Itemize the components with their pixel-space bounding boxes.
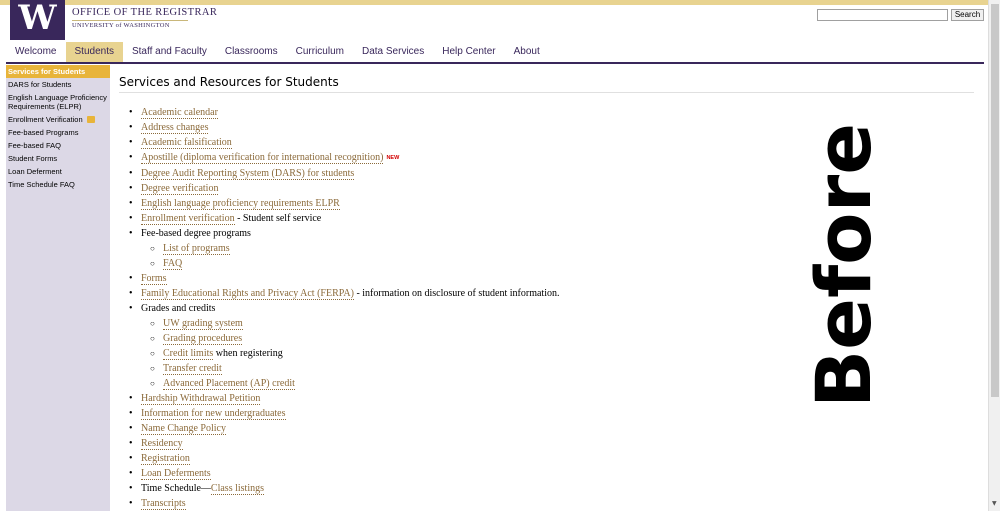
sidebar-item-fee-based-faq[interactable]: Fee-based FAQ [6,139,110,152]
before-overlay: Before [799,123,888,408]
nav-item-help-center[interactable]: Help Center [433,42,504,62]
nav-item-welcome[interactable]: Welcome [6,42,66,62]
resource-link[interactable]: FAQ [163,258,183,270]
sidebar-item-label: Student Forms [8,154,58,163]
scrollbar-thumb[interactable] [991,4,999,397]
scroll-down-arrow-icon[interactable]: ▼ [992,500,997,507]
nav-item-staff-and-faculty[interactable]: Staff and Faculty [123,42,216,62]
resource-link[interactable]: Residency [141,438,183,450]
sidebar-item-time-schedule-faq[interactable]: Time Schedule FAQ [6,178,110,191]
resource-link[interactable]: Advanced Placement (AP) credit [163,378,295,390]
list-item-text: Time Schedule— [141,483,211,494]
lock-icon [86,116,95,123]
sidebar-item-label: DARS for Students [8,80,72,89]
nav-item-about[interactable]: About [505,42,549,62]
sidebar-item-label: Services for Students [8,67,86,76]
new-badge: NEW [386,155,400,161]
resource-link[interactable]: Registration [141,453,190,465]
search-input[interactable] [817,9,948,21]
resource-link[interactable]: Loan Deferments [141,468,211,480]
resource-link[interactable]: Credit limits [163,348,214,360]
sidebar-item-enrollment-verification[interactable]: Enrollment Verification [6,113,110,126]
list-item: Loan Deferments [119,466,974,481]
sidebar-item-label: Fee-based FAQ [8,141,61,150]
nav-item-data-services[interactable]: Data Services [353,42,433,62]
sidebar-item-student-forms[interactable]: Student Forms [6,152,110,165]
resource-link[interactable]: Forms [141,273,167,285]
list-item-suffix: when registering [213,348,283,359]
resource-link[interactable]: UW grading system [163,318,243,330]
resource-link[interactable]: Hardship Withdrawal Petition [141,393,261,405]
resource-link[interactable]: Academic calendar [141,107,218,119]
page-title: Services and Resources for Students [119,75,974,93]
search-button[interactable]: Search [951,9,984,21]
sidebar-item-label: English Language Proficiency Requirement… [8,93,107,111]
list-item-suffix: - information on disclosure of student i… [353,288,560,299]
uw-logo[interactable]: W [10,0,65,40]
resource-link[interactable]: Family Educational Rights and Privacy Ac… [141,288,354,300]
nav-item-students[interactable]: Students [65,42,123,62]
resource-link[interactable]: Degree verification [141,183,219,195]
before-label: Before [799,123,888,408]
sidebar-item-label: Enrollment Verification [8,115,83,124]
list-item: Name Change Policy [119,421,974,436]
list-item: Transcripts [119,496,974,511]
sidebar-item-services-for-students[interactable]: Services for Students [6,65,110,78]
top-accent-bar [0,0,1000,5]
resource-link[interactable]: Degree Audit Reporting System (DARS) for… [141,168,355,180]
resource-link[interactable]: Transfer credit [163,363,222,375]
list-item: Time Schedule—Class listings [119,481,974,496]
nav-item-classrooms[interactable]: Classrooms [216,42,287,62]
list-item-text: Grades and credits [141,303,216,314]
resource-link[interactable]: Information for new undergraduates [141,408,286,420]
brand-divider [72,20,188,21]
nav-divider [6,62,984,64]
list-item: Registration [119,451,974,466]
sidebar-item-label: Time Schedule FAQ [8,180,75,189]
sidebar: Services for Students DARS for Students En… [6,65,110,511]
office-title[interactable]: OFFICE OF THE REGISTRAR [72,7,217,18]
list-item-text: Fee-based degree programs [141,228,251,239]
nav-item-curriculum[interactable]: Curriculum [287,42,353,62]
resource-link[interactable]: Name Change Policy [141,423,226,435]
sidebar-item-label: Fee-based Programs [8,128,79,137]
scrollbar[interactable]: ▼ [988,0,1000,511]
resource-link[interactable]: Address changes [141,122,209,134]
list-item-suffix: - Student self service [234,213,322,224]
resource-link[interactable]: Apostille (diploma verification for inte… [141,152,384,164]
sidebar-item-fee-based-programs[interactable]: Fee-based Programs [6,126,110,139]
resource-link[interactable]: List of programs [163,243,230,255]
sidebar-item-dars-for-students[interactable]: DARS for Students [6,78,110,91]
list-item: Residency [119,436,974,451]
resource-link[interactable]: English language proficiency requirement… [141,198,340,210]
sidebar-item-english-language-proficiency-requirements-elpr[interactable]: English Language Proficiency Requirement… [6,91,110,113]
resource-link[interactable]: Grading procedures [163,333,243,345]
resource-link[interactable]: Transcripts [141,498,186,510]
resource-link[interactable]: Academic falsification [141,137,232,149]
resource-link[interactable]: Class listings [210,483,264,495]
resource-link[interactable]: Enrollment verification [141,213,235,225]
sidebar-item-loan-deferment[interactable]: Loan Deferment [6,165,110,178]
university-name: UNIVERSITY of WASHINGTON [72,22,170,29]
sidebar-item-label: Loan Deferment [8,167,62,176]
main-nav: Welcome Students Staff and Faculty Classroo… [6,42,549,62]
